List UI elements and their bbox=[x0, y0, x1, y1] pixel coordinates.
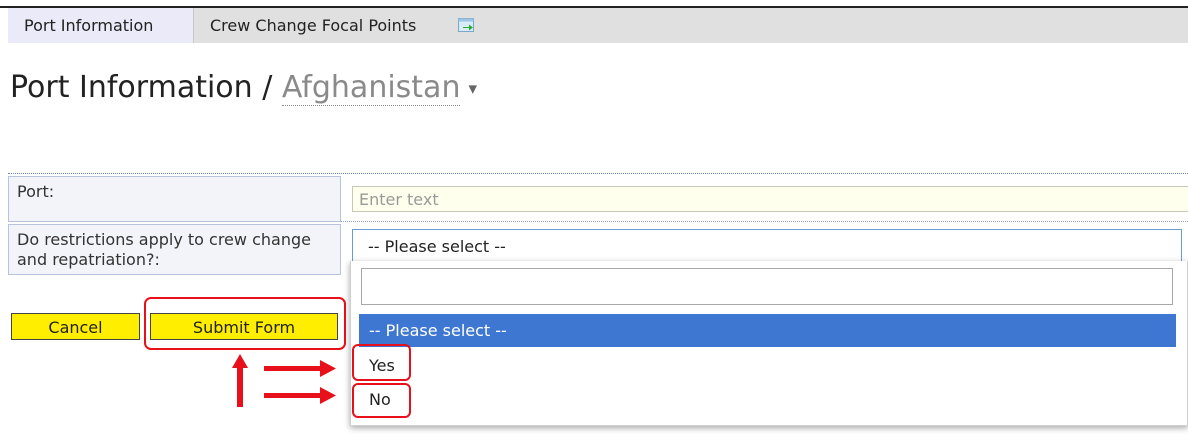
page-title: Port Information / Afghanistan ▾ bbox=[10, 70, 477, 106]
dropdown-option-please-select[interactable]: -- Please select -- bbox=[359, 314, 1176, 347]
yes-highlight-box bbox=[352, 344, 411, 381]
port-field-cell bbox=[340, 176, 1188, 222]
caret-down-icon[interactable]: ▾ bbox=[468, 79, 477, 99]
tab-port-information[interactable]: Port Information bbox=[8, 8, 194, 43]
tab-crew-change-focal-points[interactable]: Crew Change Focal Points bbox=[194, 8, 484, 43]
restrictions-select[interactable]: -- Please select -- bbox=[352, 229, 1182, 264]
right-arrow-yes-icon bbox=[264, 360, 336, 377]
dropdown-search-input[interactable] bbox=[361, 268, 1173, 305]
tab-crew-change-label: Crew Change Focal Points bbox=[210, 16, 417, 35]
dropdown-option-yes[interactable]: Yes bbox=[359, 349, 1176, 382]
cancel-button[interactable]: Cancel bbox=[11, 313, 140, 340]
restrictions-dropdown: -- Please select -- Yes No bbox=[350, 261, 1188, 426]
annotation-arrows-icon bbox=[232, 354, 336, 407]
page-title-prefix: Port Information / bbox=[10, 70, 273, 105]
port-label: Port: bbox=[8, 176, 340, 222]
tab-bar: Port Information Crew Change Focal Point… bbox=[8, 8, 1188, 43]
no-highlight-box bbox=[352, 383, 411, 418]
port-input[interactable] bbox=[352, 186, 1188, 212]
submit-highlight-box bbox=[144, 297, 346, 350]
form-divider bbox=[8, 173, 1188, 174]
dropdown-option-no[interactable]: No bbox=[359, 383, 1176, 416]
restrictions-label: Do restrictions apply to crew change and… bbox=[8, 224, 340, 275]
port-row: Port: bbox=[8, 176, 1188, 222]
external-link-icon bbox=[458, 18, 474, 32]
right-arrow-no-icon bbox=[264, 387, 336, 404]
country-selector[interactable]: Afghanistan bbox=[281, 70, 461, 106]
up-arrow-icon bbox=[232, 354, 248, 407]
